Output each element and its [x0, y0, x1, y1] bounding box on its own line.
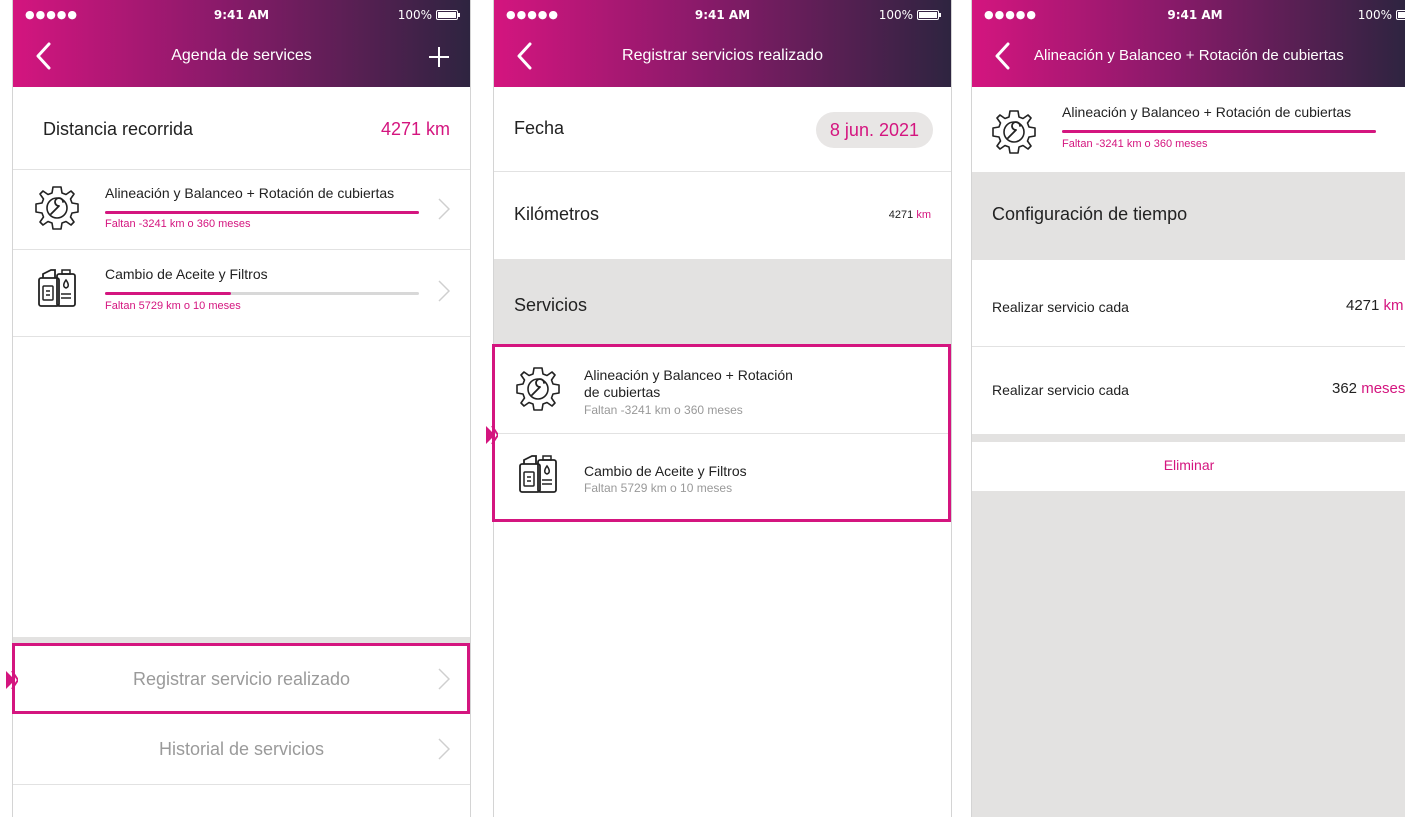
service-row: Alineación y Balanceo + Rotación de cubi… — [972, 87, 1405, 172]
page-title: Alineación y Balanceo + Rotación de cubi… — [1034, 47, 1344, 64]
interval-label: Realizar servicio cada — [992, 382, 1129, 398]
interval-km-row[interactable]: Realizar servicio cada 4271 km — [972, 260, 1405, 347]
km-unit: km — [916, 209, 931, 221]
oil-can-icon — [33, 264, 81, 312]
service-title: Cambio de Aceite y Filtros — [105, 266, 268, 282]
interval-value: 4271 — [1346, 297, 1380, 314]
register-service-button[interactable]: Registrar servicio realizado — [13, 645, 470, 713]
service-progress — [105, 211, 419, 214]
empty-area — [972, 491, 1405, 817]
battery-icon — [917, 10, 941, 20]
date-row[interactable]: Fecha 8 jun. 2021 — [494, 87, 951, 172]
distance-value: 4271 km — [380, 119, 450, 139]
date-label: Fecha — [514, 118, 565, 138]
interval-months-row[interactable]: Realizar servicio cada 362 meses — [972, 347, 1405, 434]
config-header-label: Configuración de tiempo — [992, 204, 1188, 224]
gear-wrench-icon — [514, 365, 562, 413]
add-icon[interactable] — [428, 46, 450, 68]
interval-unit: meses — [1361, 380, 1405, 397]
service-title: Alineación y Balanceo + Rotación de cubi… — [1062, 104, 1352, 120]
service-progress — [105, 292, 419, 295]
pointer-arrow-icon — [486, 426, 498, 444]
services-header-label: Servicios — [514, 295, 588, 315]
config-header: Configuración de tiempo — [972, 172, 1405, 260]
screen-registrar: ●●●●● 9:41 AM 100% Registrar servicios r… — [493, 0, 952, 817]
km-label: Kilómetros — [514, 204, 600, 224]
chevron-right-icon — [438, 668, 450, 690]
gear-wrench-icon — [33, 184, 81, 232]
screen-service-detail: ●●●●● 9:41 AM 100% Alineación y Balanceo… — [971, 0, 1405, 817]
battery-label: 100% — [878, 8, 913, 22]
chevron-right-icon — [438, 280, 450, 302]
battery-icon — [436, 10, 460, 20]
service-remaining: Faltan -3241 km o 360 meses — [105, 218, 251, 230]
service-progress — [1062, 130, 1376, 133]
service-row[interactable]: Cambio de Aceite y Filtros Faltan 5729 k… — [13, 250, 470, 337]
status-bar: ●●●●● 9:41 AM 100% — [494, 8, 951, 24]
battery-icon — [1396, 10, 1405, 20]
distance-label: Distancia recorrida — [43, 119, 194, 139]
service-remaining: Faltan 5729 km o 10 meses — [105, 300, 241, 312]
separator — [13, 637, 470, 645]
service-title-line2: de cubiertas — [584, 384, 661, 400]
page-title: Agenda de services — [171, 47, 312, 64]
services-header: Servicios — [494, 259, 951, 345]
history-label: Historial de servicios — [158, 739, 325, 759]
chevron-right-icon — [438, 198, 450, 220]
service-row[interactable]: Alineación y Balanceo + Rotación de cubi… — [13, 170, 470, 250]
interval-label: Realizar servicio cada — [992, 299, 1129, 315]
page-title: Registrar servicios realizado — [622, 47, 823, 64]
chevron-right-icon — [438, 738, 450, 760]
service-remaining: Faltan -3241 km o 360 meses — [1062, 138, 1208, 150]
service-row[interactable]: Cambio de Aceite y Filtros Faltan 5729 k… — [494, 434, 951, 519]
delete-button[interactable]: Eliminar — [972, 442, 1405, 491]
nav-header: ●●●●● 9:41 AM 100% Alineación y Balanceo… — [972, 0, 1405, 87]
separator — [972, 434, 1405, 442]
service-title: Alineación y Balanceo + Rotación de cubi… — [105, 185, 395, 201]
status-bar: ●●●●● 9:41 AM 100% — [13, 8, 470, 24]
register-service-label: Registrar servicio realizado — [132, 669, 351, 689]
nav-header: ●●●●● 9:41 AM 100% Agenda de services — [13, 0, 470, 87]
back-arrow-icon[interactable] — [992, 42, 1016, 70]
service-row[interactable]: Alineación y Balanceo + Rotación de cubi… — [494, 345, 951, 434]
oil-can-icon — [514, 450, 562, 498]
battery-label: 100% — [397, 8, 432, 22]
status-bar: ●●●●● 9:41 AM 100% — [972, 8, 1405, 24]
pointer-arrow-icon — [6, 671, 18, 689]
service-remaining: Faltan 5729 km o 10 meses — [584, 481, 733, 495]
history-button[interactable]: Historial de servicios — [13, 713, 470, 785]
battery-label: 100% — [1357, 8, 1392, 22]
status-time: 9:41 AM — [1167, 8, 1223, 22]
service-title: Cambio de Aceite y Filtros — [584, 463, 747, 479]
km-value: 4271 — [888, 209, 914, 221]
delete-label: Eliminar — [1163, 457, 1215, 473]
date-picker[interactable]: 8 jun. 2021 — [815, 112, 933, 148]
interval-unit: km — [1383, 297, 1404, 314]
nav-header: ●●●●● 9:41 AM 100% Registrar servicios r… — [494, 0, 951, 87]
interval-value: 362 — [1332, 380, 1358, 397]
service-title: Alineación y Balanceo + Rotación — [584, 367, 793, 383]
gear-wrench-icon — [990, 108, 1038, 156]
distance-row: Distancia recorrida 4271 km — [13, 87, 470, 170]
service-remaining: Faltan -3241 km o 360 meses — [584, 403, 743, 417]
screen-agenda: ●●●●● 9:41 AM 100% Agenda de services Di… — [12, 0, 471, 817]
km-row[interactable]: Kilómetros 4271 km — [494, 172, 951, 259]
